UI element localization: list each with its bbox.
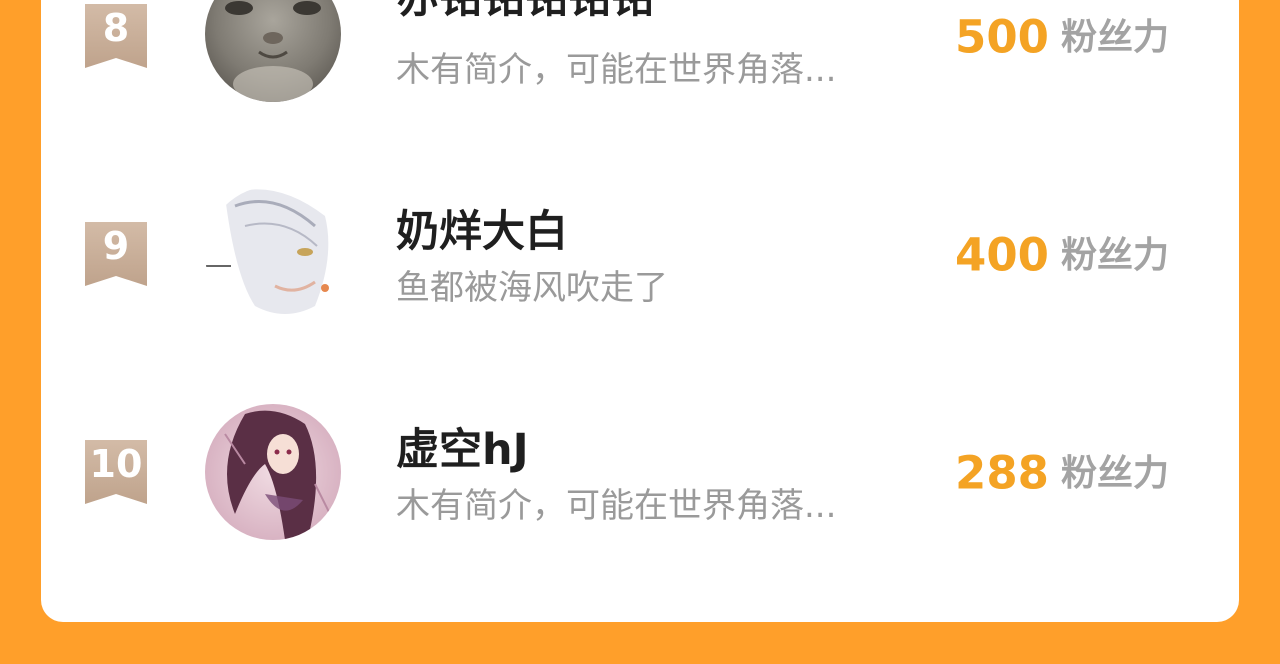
ranking-row[interactable]: 10 虚空hJ 木有简介，可能在世界角落... 288 粉丝力 — [41, 396, 1239, 556]
ranking-card: 8 亦铭铭铭铭铭 木有简介，可能在世界角落... — [41, 0, 1239, 622]
rank-number: 10 — [89, 442, 143, 486]
avatar[interactable] — [205, 0, 341, 102]
fans-power: 500 粉丝力 — [955, 12, 1169, 63]
fans-count: 500 — [955, 10, 1049, 64]
avatar[interactable] — [205, 186, 341, 322]
ranking-row[interactable]: 8 亦铭铭铭铭铭 木有简介，可能在世界角落... — [41, 0, 1239, 120]
rank-number: 8 — [102, 6, 130, 50]
silver-haired-anime-avatar — [205, 186, 341, 322]
ranking-row[interactable]: 9 奶烊大白 鱼都被海风吹走了 400 粉丝力 — [41, 178, 1239, 338]
rank-badge: 8 — [85, 4, 147, 68]
fans-count: 288 — [955, 446, 1049, 500]
fans-label: 粉丝力 — [1060, 452, 1169, 494]
fans-count: 400 — [955, 228, 1049, 282]
dark-haired-anime-girl-avatar — [205, 404, 341, 540]
rank-number: 9 — [102, 224, 130, 268]
rank-badge: 10 — [85, 440, 147, 504]
user-name[interactable]: 虚空hJ — [396, 424, 529, 476]
user-bio: 木有简介，可能在世界角落... — [396, 486, 837, 526]
fans-label: 粉丝力 — [1060, 234, 1169, 276]
rank-badge: 9 — [85, 222, 147, 286]
user-name[interactable]: 奶烊大白 — [396, 206, 568, 258]
fans-label: 粉丝力 — [1060, 16, 1169, 58]
fans-power: 288 粉丝力 — [955, 448, 1169, 499]
user-bio: 木有简介，可能在世界角落... — [396, 50, 837, 90]
avatar[interactable] — [205, 404, 341, 540]
user-bio: 鱼都被海风吹走了 — [396, 268, 668, 308]
cat-photo-avatar — [205, 0, 341, 102]
fans-power: 400 粉丝力 — [955, 230, 1169, 281]
user-name[interactable]: 亦铭铭铭铭铭 — [396, 0, 654, 24]
